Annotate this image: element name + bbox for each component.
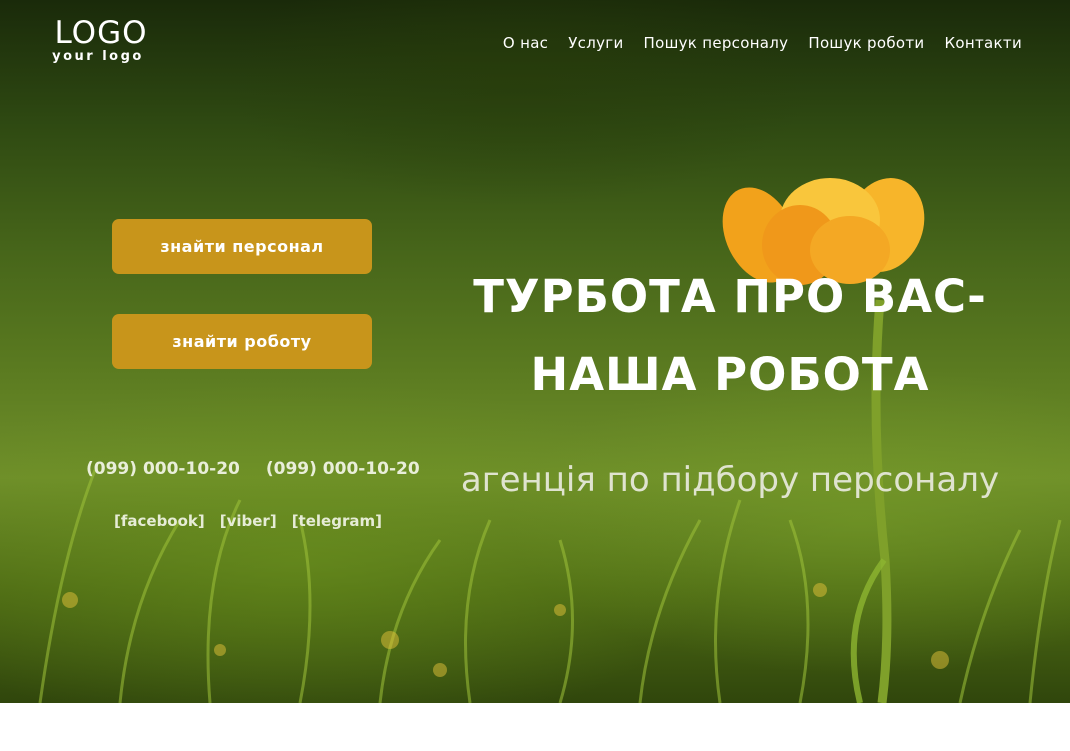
- nav-item-job-search[interactable]: Пошук роботи: [808, 34, 924, 52]
- headline-line-2: НАША РОБОТА: [530, 348, 930, 401]
- telegram-link[interactable]: [telegram]: [292, 512, 382, 530]
- phone-numbers: (099) 000-10-20 (099) 000-10-20: [86, 459, 420, 479]
- social-links: [facebook] [viber] [telegram]: [114, 512, 382, 530]
- main-nav: О нас Услуги Пошук персоналу Пошук робот…: [503, 34, 1022, 52]
- phone-link-2[interactable]: (099) 000-10-20: [266, 459, 420, 479]
- page-bottom-area: [0, 703, 1070, 751]
- viber-link[interactable]: [viber]: [220, 512, 277, 530]
- nav-item-about[interactable]: О нас: [503, 34, 548, 52]
- phone-link-1[interactable]: (099) 000-10-20: [86, 459, 240, 479]
- nav-item-services[interactable]: Услуги: [568, 34, 623, 52]
- tulip-illustration: [722, 178, 925, 703]
- hero-subtitle: агенція по підбору персоналу: [460, 460, 1000, 500]
- facebook-link[interactable]: [facebook]: [114, 512, 205, 530]
- logo-text: LOGO: [54, 15, 148, 51]
- headline-line-1: ТУРБОТА ПРО ВАС-: [473, 270, 987, 323]
- logo-tagline: your logo: [52, 49, 144, 64]
- hero-headline: ТУРБОТА ПРО ВАС- НАША РОБОТА: [420, 258, 1040, 414]
- find-job-button[interactable]: знайти роботу: [112, 314, 372, 369]
- site-logo[interactable]: LOGO your logo: [46, 16, 156, 64]
- nav-item-contacts[interactable]: Контакти: [944, 34, 1022, 52]
- find-staff-button[interactable]: знайти персонал: [112, 219, 372, 274]
- nav-item-staff-search[interactable]: Пошук персоналу: [644, 34, 789, 52]
